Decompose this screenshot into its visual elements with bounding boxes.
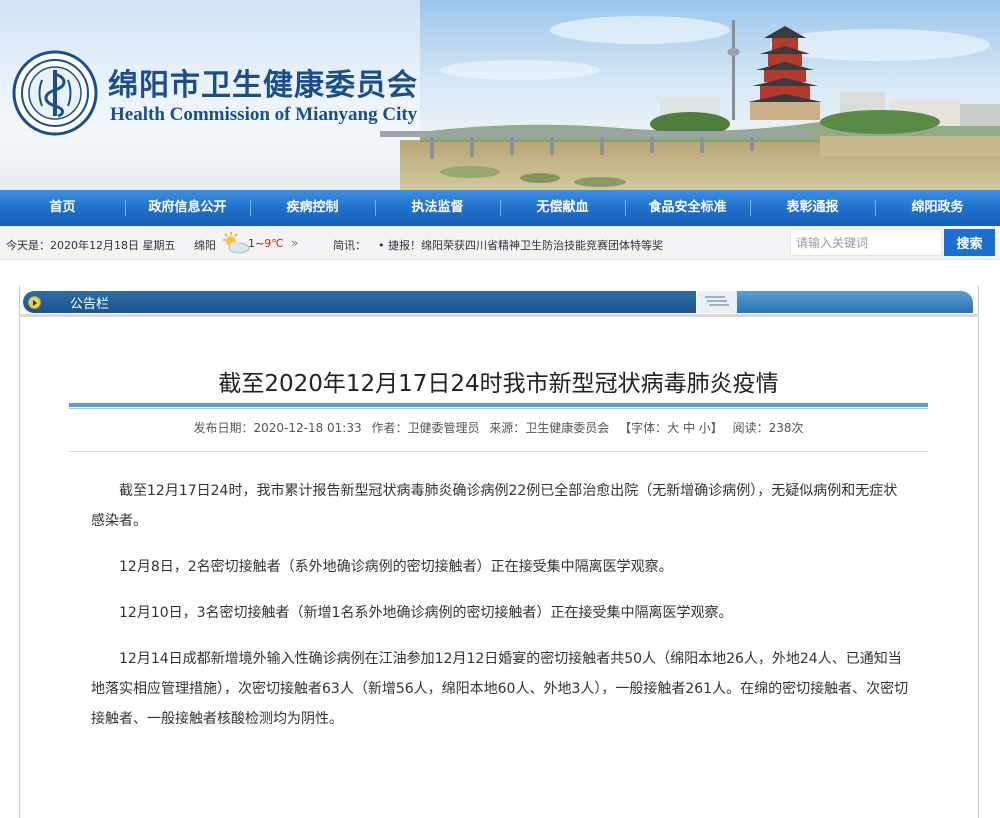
article-title: 截至2020年12月17日24时我市新型冠状病毒肺炎疫情 (218, 371, 779, 397)
site-title-cn: 绵阳市卫生健康委员会 (108, 68, 418, 103)
panel-title: 公告栏 (70, 297, 110, 312)
nav-item-home[interactable]: 首页 (0, 190, 125, 226)
nav-item-gov-info[interactable]: 政府信息公开 (125, 190, 250, 226)
nav-item-blood-donation[interactable]: 无偿献血 (500, 190, 625, 226)
temp-high: 9℃ (264, 237, 284, 250)
site-title-en: Health Commission of Mianyang City (110, 104, 418, 125)
notice-panel-header: 公告栏 (19, 286, 979, 318)
font-size-switcher[interactable]: 【字体：大 中 小】 (619, 421, 723, 435)
temperature: 1~9℃ (248, 237, 284, 250)
weather-city: 绵阳 (194, 239, 216, 252)
search-button[interactable]: 搜索 (944, 229, 995, 256)
article-meta: 发布日期：2020-12-18 01:33 作者：卫健委管理员 来源：卫生健康委… (69, 419, 928, 436)
title-divider-thin (69, 408, 928, 409)
current-date: 今天是：2020年12月18日 星期五 (6, 239, 176, 252)
header-banner: 绵阳市卫生健康委员会 Health Commission of Mianyang… (0, 0, 1000, 190)
main-nav: 首页 政府信息公开 疾病控制 执法监督 无偿献血 食品安全标准 表彰通报 绵阳政… (0, 190, 1000, 226)
paragraph: 截至12月17日24时，我市累计报告新型冠状病毒肺炎确诊病例22例已全部治愈出院… (91, 483, 898, 529)
nav-item-disease-control[interactable]: 疾病控制 (250, 190, 375, 226)
panel-header-ornament (697, 291, 737, 313)
search-input[interactable] (790, 229, 942, 256)
nav-item-enforcement[interactable]: 执法监督 (375, 190, 500, 226)
paragraph: 12月14日成都新增境外输入性确诊病例在江油参加12月12日婚宴的密切接触者共5… (91, 651, 909, 727)
nav-item-mianyang-gov[interactable]: 绵阳政务 (875, 190, 1000, 226)
publish-date: 发布日期：2020-12-18 01:33 (193, 421, 362, 435)
temp-low: 1~ (248, 237, 265, 250)
source: 来源：卫生健康委员会 (489, 421, 610, 435)
author: 作者：卫健委管理员 (371, 421, 480, 435)
meta-divider (69, 451, 928, 452)
title-divider (69, 403, 928, 407)
view-count: 阅读：238次 (732, 421, 804, 435)
brief-news-link[interactable]: • 捷报！绵阳荣获四川省精神卫生防治技能竞赛团体特等奖 (378, 237, 663, 253)
nav-item-food-safety[interactable]: 食品安全标准 (625, 190, 750, 226)
panel-header-bar (23, 291, 696, 313)
info-bar: 今天是：2020年12月18日 星期五 绵阳 1~9℃ » 简讯： • 捷报！绵… (0, 226, 1000, 260)
panel-header-tab (737, 291, 973, 313)
medical-staff-seal-icon (12, 50, 98, 136)
play-bullet-icon (28, 296, 41, 309)
paragraph: 12月10日，3名密切接触者（新增1名系外地确诊病例的密切接触者）正在接受集中隔… (119, 605, 733, 621)
panel-header-divider (19, 314, 979, 317)
article-body: 截至12月17日24时，我市累计报告新型冠状病毒肺炎确诊病例22例已全部治愈出院… (91, 476, 911, 750)
double-chevron-right-icon[interactable]: » (291, 236, 298, 250)
brief-label: 简讯： (333, 239, 366, 252)
paragraph: 12月8日，2名密切接触者（系外地确诊病例的密切接触者）正在接受集中隔离医学观察… (119, 559, 673, 575)
nav-item-commendations[interactable]: 表彰通报 (750, 190, 875, 226)
